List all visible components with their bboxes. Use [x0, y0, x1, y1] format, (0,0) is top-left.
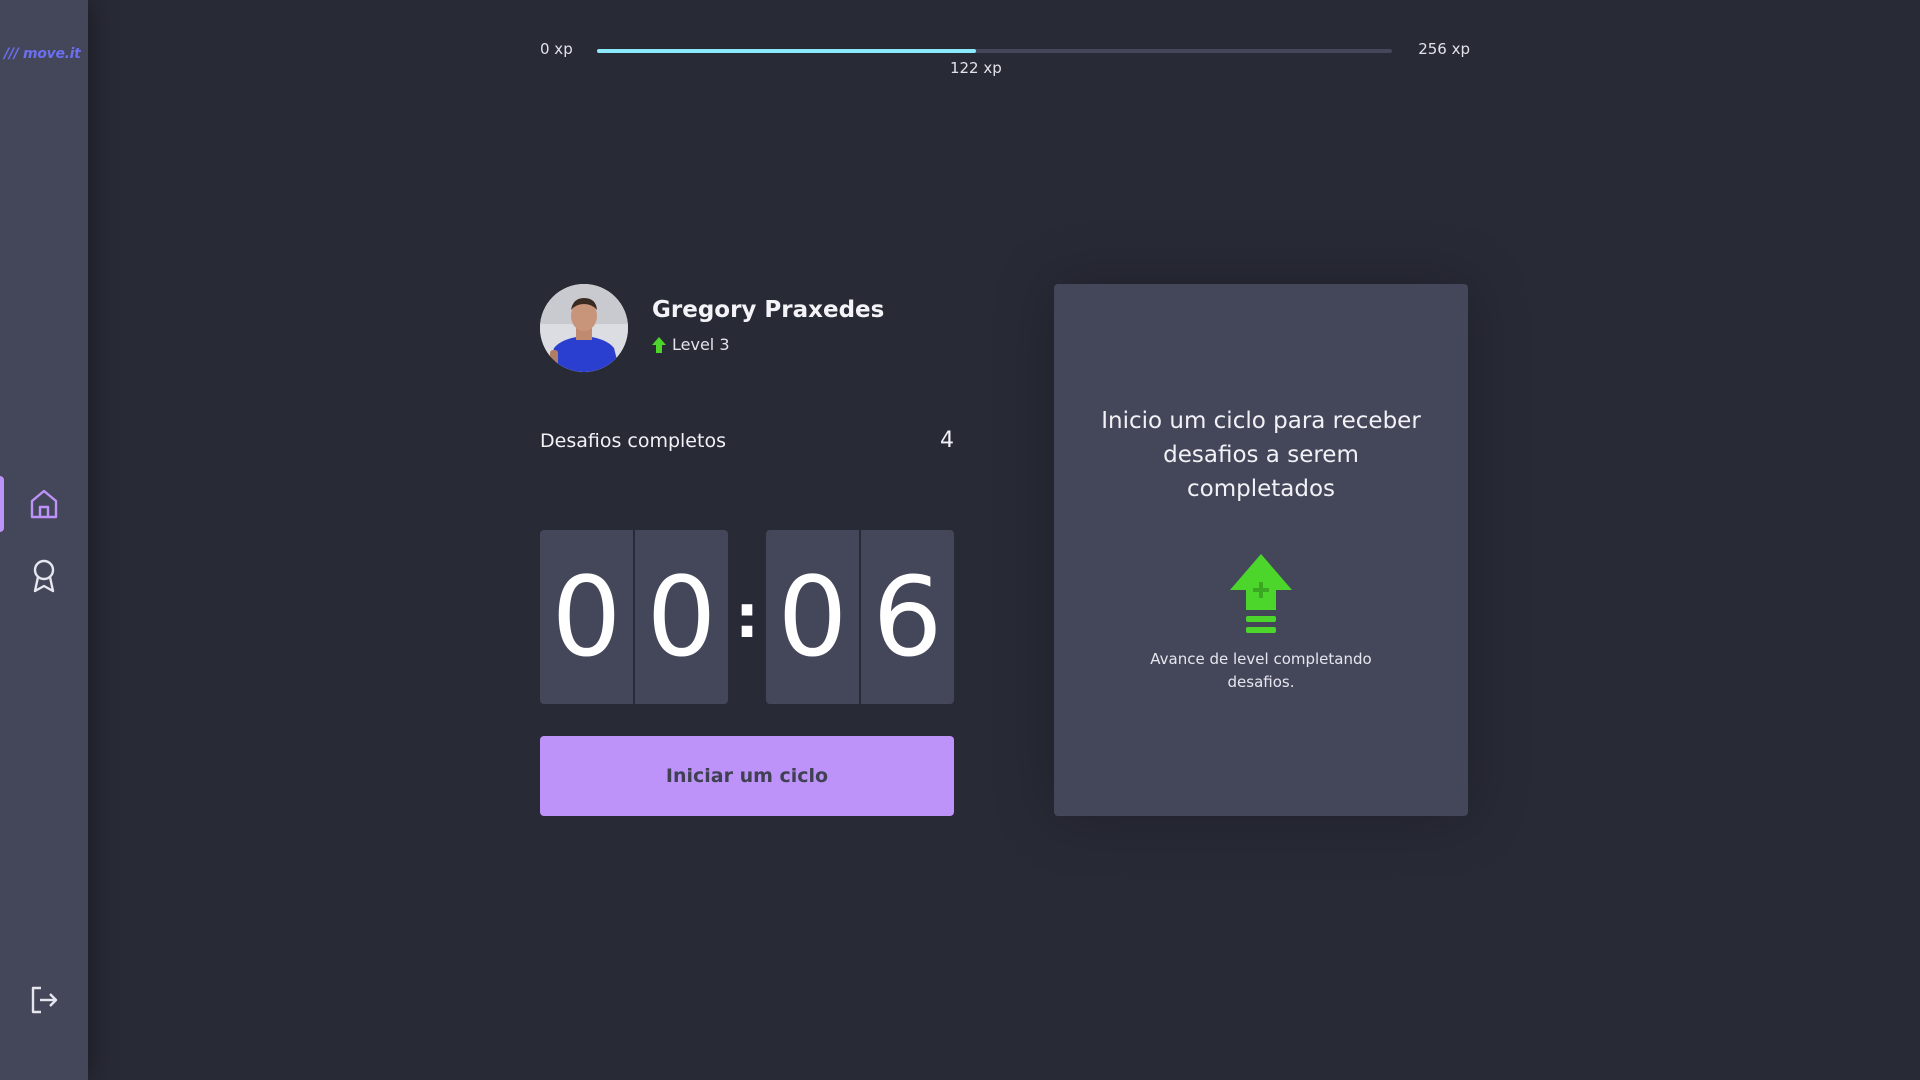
completed-challenges: Desafios completos 4 — [540, 426, 954, 460]
profile-name: Gregory Praxedes — [652, 297, 885, 323]
challenge-box-title: Inicio um ciclo para receber desafios a … — [1101, 408, 1421, 502]
minute-digit: 0 — [540, 530, 635, 704]
countdown-minutes: 0 0 — [540, 530, 728, 704]
countdown: 0 0 : 0 6 — [540, 530, 954, 704]
logout-button[interactable] — [0, 972, 88, 1028]
award-icon — [33, 559, 55, 593]
minute-digit: 0 — [646, 553, 717, 681]
level-up-icon — [652, 336, 666, 353]
challenge-box-description: Avance de level completando desafios. — [1150, 650, 1372, 691]
home-icon — [30, 489, 58, 519]
sidebar-item-award[interactable] — [0, 548, 88, 604]
level-up-icon — [1230, 554, 1292, 633]
sidebar: /// move.it — [0, 0, 88, 1080]
xp-fill — [597, 49, 976, 53]
xp-min-label: 0 xp — [540, 40, 573, 58]
start-cycle-button[interactable]: Iniciar um ciclo — [540, 736, 954, 816]
countdown-seconds: 0 6 — [766, 530, 954, 704]
experience-bar: 0 xp 122 xp 256 xp — [540, 38, 1470, 78]
countdown-separator: : — [735, 582, 759, 652]
challenge-box: Inicio um ciclo para receber desafios a … — [1054, 284, 1468, 816]
logout-icon — [31, 986, 58, 1014]
second-digit: 6 — [872, 553, 943, 681]
profile-level: Level 3 — [652, 335, 730, 354]
completed-challenges-label: Desafios completos — [540, 430, 726, 452]
xp-max-label: 256 xp — [1418, 40, 1470, 58]
sidebar-item-home[interactable] — [0, 476, 88, 532]
xp-track — [597, 49, 1392, 53]
avatar — [540, 284, 628, 372]
xp-current-label: 122 xp — [949, 59, 1002, 77]
level-label: Level 3 — [672, 335, 730, 354]
profile: Gregory Praxedes Level 3 — [540, 284, 954, 372]
second-digit: 0 — [766, 530, 861, 704]
app-logo[interactable]: /// move.it — [4, 46, 81, 62]
completed-challenges-count: 4 — [940, 428, 954, 453]
